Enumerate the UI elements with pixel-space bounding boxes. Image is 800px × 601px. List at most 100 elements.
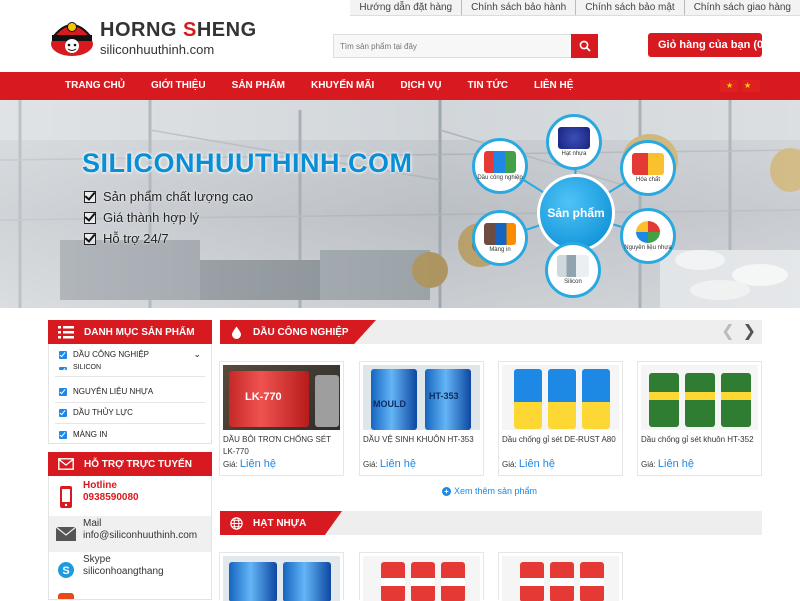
mail-icon [58, 458, 74, 470]
logo-icon[interactable] [48, 12, 96, 58]
banner-category-plastic-beads[interactable]: Hạt nhựa [546, 114, 602, 170]
section-tab[interactable]: DẦU CÔNG NGHIỆP [220, 320, 376, 344]
mail-row[interactable]: Mail info@siliconhuuthinh.com [49, 516, 211, 552]
nav-contact[interactable]: LIÊN HỆ [521, 72, 586, 100]
product-image[interactable] [363, 556, 480, 601]
product-card[interactable]: MOULD HT-353 DẦU VỆ SINH KHUÔN HT-353 Gi… [359, 361, 484, 476]
category-item[interactable]: DẦU THỦY LỰC [59, 408, 205, 417]
top-link-warranty[interactable]: Chính sách bảo hành [461, 0, 575, 15]
categories-list: DẦU CÔNG NGHIỆP ⌄ SILICON NGUYÊN LIỆU NHỰ… [48, 344, 212, 444]
nav-products[interactable]: SẢN PHẨM [219, 72, 298, 100]
carousel-next-icon[interactable]: ❯ [743, 324, 756, 340]
hero-banner[interactable]: SILICONHUUTHINH.COM Sản phẩm chất lượng … [0, 100, 800, 308]
product-price: Giá: Liên hệ [223, 458, 276, 470]
product-card[interactable]: Dầu chống gỉ sét khuôn HT-352 Giá: Liên … [637, 361, 762, 476]
search-input[interactable] [333, 34, 571, 58]
nav-services[interactable]: DỊCH VỤ [387, 72, 454, 100]
product-image-label: MOULD [373, 399, 406, 409]
plus-icon: + [442, 486, 451, 496]
product-image[interactable]: LK-770 [223, 365, 340, 430]
product-image[interactable] [641, 365, 758, 430]
skype-row[interactable]: S Skype siliconhoangthang [49, 552, 211, 588]
support-heading: HỖ TRỢ TRỰC TUYẾN [48, 452, 212, 476]
contact-icon [58, 593, 74, 599]
skype-label: Skype [83, 554, 111, 565]
category-item[interactable]: DẦU CÔNG NGHIỆP ⌄ [59, 349, 205, 360]
checkbox-icon [59, 350, 67, 359]
product-price: Giá: Liên hệ [641, 458, 694, 470]
checkbox-icon [59, 387, 67, 396]
top-link-shipping[interactable]: Chính sách giao hàng [683, 0, 800, 15]
product-card[interactable] [359, 552, 484, 601]
checkbox-icon [59, 430, 67, 439]
category-item[interactable]: SILICON [59, 364, 205, 370]
product-image[interactable]: MOULD HT-353 [363, 365, 480, 430]
list-icon [58, 326, 74, 339]
product-name[interactable]: Dầu chống gỉ sét khuôn HT-352 [641, 434, 760, 446]
product-card[interactable] [219, 552, 344, 601]
hotline-row[interactable]: Hotline 0938590080 [49, 478, 211, 516]
mail-address[interactable]: info@siliconhuuthinh.com [83, 530, 197, 541]
product-diagram-connectors [499, 144, 649, 271]
globe-icon [230, 516, 243, 530]
cart-button[interactable]: Giỏ hàng của bạn (0) [648, 33, 767, 57]
nav-promotions[interactable]: KHUYẾN MÃI [298, 72, 387, 100]
divider [55, 423, 205, 424]
product-name[interactable]: Dầu chống gỉ sét DE-RUST A80 [502, 434, 621, 446]
product-image[interactable] [502, 365, 619, 430]
vietnam-flag-icon[interactable]: ★ [720, 80, 738, 92]
search-button[interactable] [571, 34, 598, 58]
section-header-industrial-oil: DẦU CÔNG NGHIỆP ❮ ❯ [220, 320, 762, 344]
search-icon [579, 40, 591, 52]
product-card[interactable]: LK-770 DẦU BÔI TRƠN CHỐNG SÉT LK-770 Giá… [219, 361, 344, 476]
svg-text:S: S [62, 565, 69, 577]
nav-news[interactable]: TIN TỨC [454, 72, 521, 100]
nav-home[interactable]: TRANG CHỦ [52, 72, 138, 100]
product-price: Giá: Liên hệ [502, 458, 555, 470]
cart-count: (0) [753, 39, 767, 51]
phone-icon [60, 486, 72, 508]
search-bar [333, 34, 598, 58]
product-image-label: HT-353 [429, 391, 459, 401]
nav-about[interactable]: GIỚI THIỆU [138, 72, 219, 100]
categories-heading: DANH MỤC SẢN PHẨM [48, 320, 212, 344]
skype-id[interactable]: siliconhoangthang [83, 566, 164, 577]
mail-label: Mail [83, 518, 102, 529]
banner-hub[interactable]: Sản phẩm [537, 174, 615, 252]
support-row-partial [49, 592, 211, 600]
brand-website: siliconhuuthinh.com [100, 42, 215, 57]
carousel-prev-icon[interactable]: ❮ [721, 324, 734, 340]
product-card[interactable]: Dầu chống gỉ sét DE-RUST A80 Giá: Liên h… [498, 361, 623, 476]
hotline-number[interactable]: 0938590080 [83, 492, 139, 503]
section-header-plastic-beads: HẠT NHỰA [220, 511, 762, 535]
product-image[interactable] [502, 556, 619, 601]
top-links-bar: Hướng dẫn đặt hàng Chính sách bảo hành C… [350, 0, 800, 16]
oil-drop-icon [232, 326, 241, 339]
product-name[interactable]: DẦU BÔI TRƠN CHỐNG SÉT LK-770 [223, 434, 342, 458]
category-item[interactable]: MÀNG IN [59, 430, 205, 439]
banner-category-printing-film[interactable]: Màng in [472, 210, 528, 266]
product-name[interactable]: DẦU VỆ SINH KHUÔN HT-353 [363, 434, 482, 446]
product-price: Giá: Liên hệ [363, 458, 416, 470]
china-flag-icon[interactable]: ★ [742, 80, 760, 92]
category-item[interactable]: NGUYÊN LIỆU NHỰA [59, 387, 205, 396]
section-tab[interactable]: HẠT NHỰA [220, 511, 342, 535]
product-image[interactable] [223, 556, 340, 601]
envelope-icon [56, 527, 76, 541]
banner-category-chemicals[interactable]: Hóa chất [620, 140, 676, 196]
main-nav: TRANG CHỦ GIỚI THIỆU SẢN PHẨM KHUYẾN MÃI… [0, 72, 800, 100]
brand-name[interactable]: HORNG SHENG [100, 20, 257, 40]
checkbox-icon [59, 367, 67, 370]
cart-label: Giỏ hàng của bạn [658, 39, 751, 51]
banner-category-silicon[interactable]: Silicon [545, 242, 601, 298]
support-panel: Hotline 0938590080 Mail info@siliconhuuthi… [48, 476, 212, 600]
chevron-down-icon[interactable]: ⌄ [193, 349, 201, 360]
top-link-privacy[interactable]: Chính sách bảo mật [575, 0, 684, 15]
top-link-order-guide[interactable]: Hướng dẫn đặt hàng [350, 0, 461, 15]
divider [55, 376, 205, 377]
view-more-link[interactable]: + Xem thêm sản phẩm [442, 486, 537, 496]
product-card[interactable] [498, 552, 623, 601]
banner-category-industrial-oil[interactable]: Dầu công nghiệp [472, 138, 528, 194]
checkbox-icon [59, 408, 67, 417]
banner-category-plastic-materials[interactable]: Nguyên liệu nhựa [620, 208, 676, 264]
